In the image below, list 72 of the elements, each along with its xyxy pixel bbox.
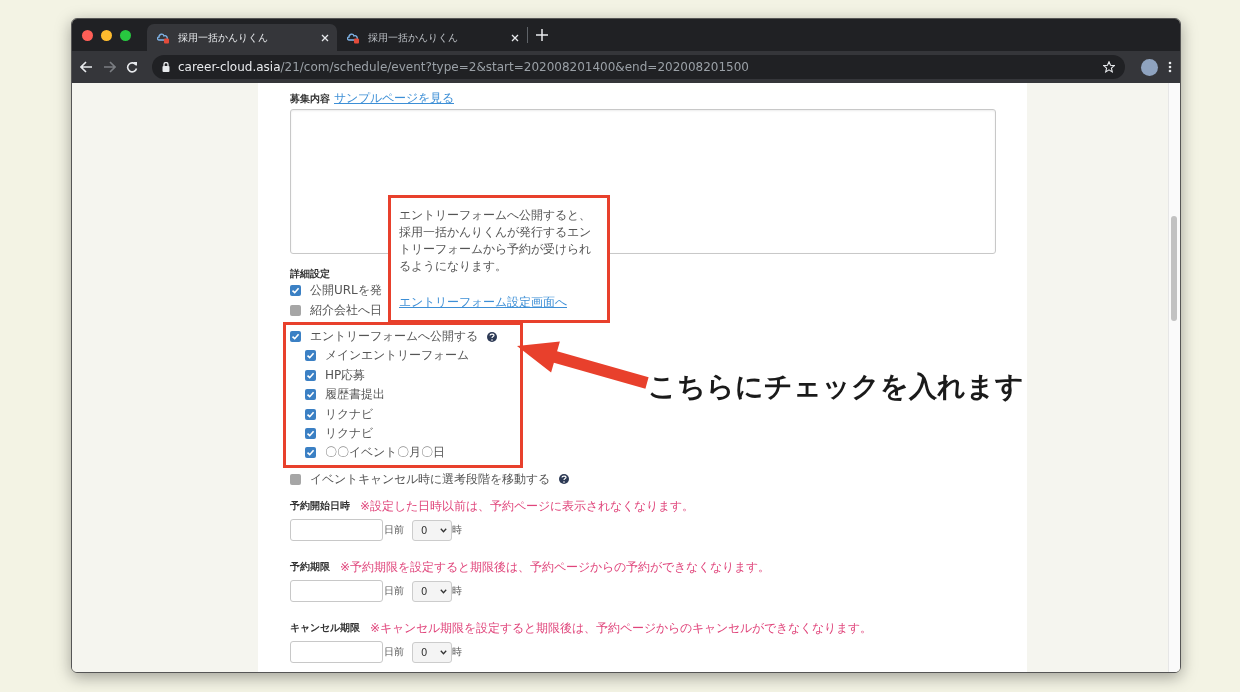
days-input[interactable] (290, 641, 383, 663)
field-label: 予約開始日時 (290, 499, 350, 513)
field-note: ※キャンセル期限を設定すると期限後は、予約ページからのキャンセルができなくなります。 (370, 619, 873, 637)
unit-label: 時 (452, 645, 462, 659)
cloud-icon (157, 31, 170, 44)
reload-icon[interactable] (126, 61, 138, 73)
option-label: 公開URLを発 (310, 282, 382, 300)
annotation-text: こちらにチェックを入れます (648, 369, 1024, 405)
close-window-button[interactable] (82, 29, 93, 41)
field-label: 予約期限 (290, 560, 330, 574)
checkbox[interactable] (290, 473, 301, 485)
field-label: 募集内容 (290, 92, 330, 106)
checkbox[interactable] (290, 285, 301, 297)
checkbox[interactable] (290, 331, 301, 343)
days-input[interactable] (290, 519, 383, 541)
unit-label: 日前 (384, 645, 404, 659)
section-heading: 詳細設定 (290, 267, 330, 282)
close-icon[interactable] (511, 33, 519, 42)
tooltip-text: エントリーフォームへ公開すると、採用一括かんりくんが発行するエントリーフォームから予約が受けられるようになります。 (399, 207, 592, 275)
forward-icon[interactable] (103, 61, 116, 73)
option-label: 紹介会社へ日 (310, 301, 382, 319)
option-label: リクナビ (325, 425, 373, 442)
help-icon[interactable] (487, 331, 497, 342)
profile-avatar[interactable] (1141, 58, 1158, 76)
sample-link[interactable]: サンプルページを見る (334, 91, 454, 106)
menu-icon[interactable] (1168, 61, 1172, 73)
close-icon[interactable] (321, 33, 329, 42)
browser-tab[interactable]: 採用一括かんりくん (337, 24, 527, 51)
url-host: career-cloud.asia (178, 60, 281, 74)
option-label: 履歴書提出 (325, 386, 385, 404)
checkbox[interactable] (305, 408, 316, 420)
address-bar[interactable]: career-cloud.asia/21/com/schedule/event?type=2&start=202008201400&end=202008201500 (152, 55, 1125, 79)
unit-label: 日前 (384, 523, 404, 537)
zoom-window-button[interactable] (120, 29, 131, 41)
scrollbar-thumb[interactable] (1171, 216, 1177, 321)
option-label: メインエントリーフォーム (325, 347, 469, 365)
hour-select[interactable]: 0 (412, 641, 452, 663)
tab-title: 採用一括かんりくん (178, 30, 269, 45)
days-input[interactable] (290, 580, 383, 602)
field-note: ※設定した日時以前は、予約ページに表示されなくなります。 (360, 497, 695, 515)
option-label: HP応募 (325, 366, 366, 384)
field-note: ※予約期限を設定すると期限後は、予約ページからの予約ができなくなります。 (340, 558, 771, 576)
chevron-down-icon (440, 588, 447, 594)
option-label: 〇〇イベント〇月〇日 (325, 444, 445, 462)
chevron-down-icon (440, 649, 447, 655)
checkbox[interactable] (305, 447, 316, 459)
settings-link[interactable]: エントリーフォーム設定画面へ (399, 294, 599, 311)
star-icon[interactable] (1103, 61, 1115, 73)
hour-select[interactable]: 0 (412, 580, 452, 602)
unit-label: 日前 (384, 584, 404, 598)
new-tab-icon[interactable] (536, 26, 548, 44)
hour-select[interactable]: 0 (412, 519, 452, 541)
chevron-down-icon (440, 527, 447, 533)
help-icon[interactable] (559, 474, 569, 485)
browser-tab[interactable]: 採用一括かんりくん (147, 24, 337, 51)
checkbox[interactable] (305, 389, 316, 401)
url-path: /21/com/schedule/event?type=2&start=202008201400&end=202008201500 (280, 60, 749, 74)
option-label: エントリーフォームへ公開する (310, 328, 478, 346)
cloud-icon (347, 31, 360, 44)
lock-icon (162, 62, 170, 72)
option-label: リクナビ (325, 405, 373, 423)
tab-title: 採用一括かんりくん (368, 30, 459, 45)
field-label: キャンセル期限 (290, 621, 360, 635)
unit-label: 時 (452, 523, 462, 537)
checkbox[interactable] (305, 428, 316, 439)
back-icon[interactable] (80, 61, 93, 73)
checkbox[interactable] (305, 369, 316, 381)
checkbox[interactable] (290, 304, 301, 316)
checkbox[interactable] (305, 350, 316, 362)
option-label: イベントキャンセル時に選考段階を移動する (310, 470, 550, 488)
minimize-window-button[interactable] (101, 29, 112, 41)
unit-label: 時 (452, 584, 462, 598)
